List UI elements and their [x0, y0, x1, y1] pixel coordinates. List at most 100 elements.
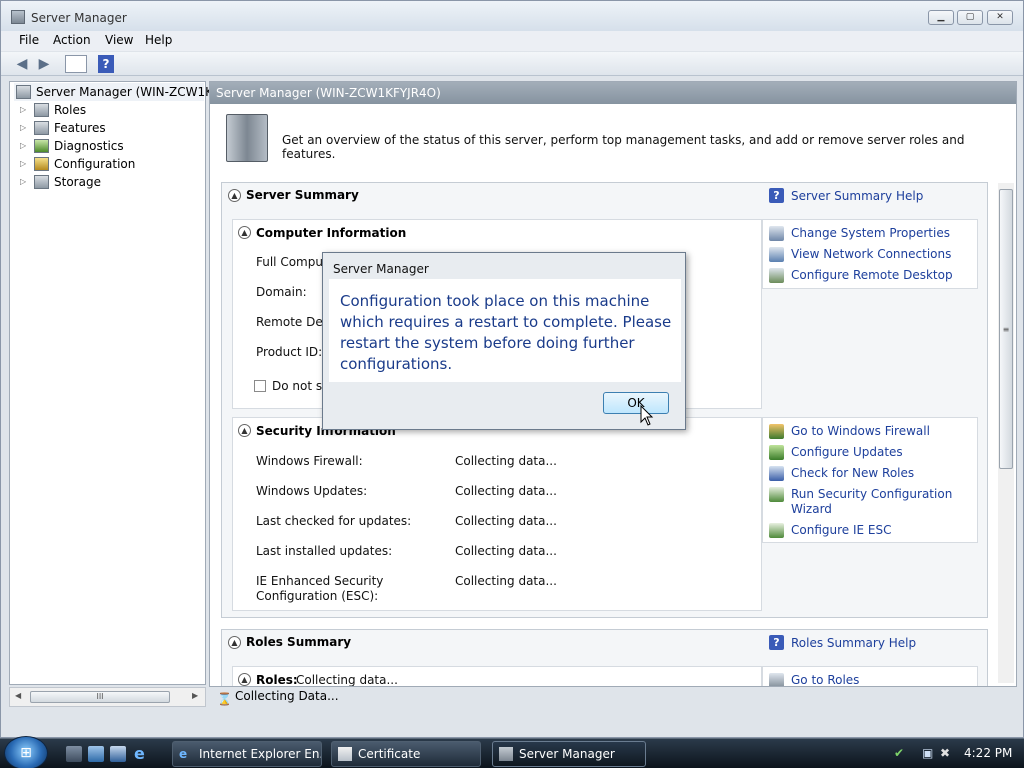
help-icon: ? — [769, 635, 784, 650]
last-installed-label: Last installed updates: — [256, 544, 393, 558]
network-tray-icon[interactable]: ▣ — [922, 746, 933, 760]
menu-action[interactable]: Action — [53, 33, 91, 47]
updates-icon — [769, 445, 784, 460]
close-button[interactable]: ✕ — [987, 10, 1013, 25]
expand-arrow-icon[interactable]: ▷ — [20, 119, 26, 137]
roles-value: Collecting data... — [296, 673, 398, 687]
console-tree-toggle-icon[interactable] — [65, 55, 87, 73]
expand-arrow-icon[interactable]: ▷ — [20, 155, 26, 173]
dialog-body: Configuration took place on this machine… — [329, 279, 681, 382]
taskbar-label: Certificate — [358, 747, 421, 761]
tree-item-label: Diagnostics — [54, 139, 124, 153]
tree-root[interactable]: Server Manager (WIN-ZCW1KFY — [14, 83, 227, 101]
server-summary-help-link[interactable]: Server Summary Help — [791, 189, 923, 203]
server-manager-icon — [11, 10, 25, 24]
roles-summary-title: Roles Summary — [246, 635, 352, 649]
help-icon: ? — [769, 188, 784, 203]
show-desktop-icon[interactable] — [66, 746, 82, 762]
configure-ie-esc-link[interactable]: Configure IE ESC — [791, 523, 892, 537]
change-system-properties-link[interactable]: Change System Properties — [791, 226, 950, 240]
scroll-thumb[interactable]: ≡ — [999, 189, 1013, 469]
tree-horizontal-scrollbar[interactable]: ◀ III ▶ — [9, 687, 206, 707]
menu-file[interactable]: File — [19, 33, 39, 47]
features-icon — [34, 121, 49, 135]
collapse-icon[interactable]: ▲ — [228, 636, 241, 649]
roles-icon — [34, 103, 49, 117]
scroll-right-icon[interactable]: ▶ — [192, 691, 198, 700]
firewall-icon — [769, 424, 784, 439]
console-tree: Server Manager (WIN-ZCW1KFY ▷ Roles ▷ Fe… — [9, 81, 227, 685]
tree-root-label: Server Manager (WIN-ZCW1KFY — [36, 85, 228, 99]
scroll-left-icon[interactable]: ◀ — [15, 691, 21, 700]
ie-esc-label: IE Enhanced Security Configuration (ESC)… — [256, 574, 384, 603]
run-security-wizard-link[interactable]: Run Security Configuration Wizard — [791, 487, 952, 517]
title-bar[interactable]: Server Manager ▁ ▢ ✕ — [1, 1, 1023, 33]
ie-esc-icon — [769, 523, 784, 538]
view-network-connections-link[interactable]: View Network Connections — [791, 247, 951, 261]
remote-desktop-icon — [769, 268, 784, 283]
diagnostics-icon — [34, 139, 49, 153]
window-title: Server Manager — [31, 11, 127, 25]
server-manager-quicklaunch-icon[interactable] — [88, 746, 104, 762]
menu-bar: File Action View Help — [1, 31, 1023, 51]
windows-updates-label: Windows Updates: — [256, 484, 368, 498]
expand-arrow-icon[interactable]: ▷ — [20, 101, 26, 119]
windows-firewall-label: Windows Firewall: — [256, 454, 363, 468]
roles-panel: ▲ Roles: Collecting data... — [232, 666, 762, 687]
security-tray-icon[interactable]: ✔ — [894, 746, 904, 760]
go-to-roles-link[interactable]: Go to Roles — [791, 673, 859, 686]
internet-explorer-icon[interactable]: e — [134, 746, 150, 762]
tree-item-diagnostics[interactable]: ▷ Diagnostics — [10, 137, 200, 155]
configure-remote-desktop-link[interactable]: Configure Remote Desktop — [791, 268, 953, 282]
switch-windows-icon[interactable] — [110, 746, 126, 762]
ok-button[interactable]: OK — [603, 392, 669, 414]
clock[interactable]: 4:22 PM — [964, 746, 1012, 760]
go-to-firewall-link[interactable]: Go to Windows Firewall — [791, 424, 930, 438]
menu-view[interactable]: View — [105, 33, 133, 47]
tree-item-label: Configuration — [54, 157, 136, 171]
network-connections-icon — [769, 247, 784, 262]
volume-muted-icon[interactable]: ✖ — [940, 746, 950, 760]
status-bar: ⌛ Collecting Data... — [209, 687, 1017, 707]
restart-required-dialog: Server Manager Configuration took place … — [322, 252, 686, 430]
expand-arrow-icon[interactable]: ▷ — [20, 137, 26, 155]
server-manager-icon — [499, 747, 513, 761]
help-button[interactable]: ? — [98, 55, 114, 73]
start-button[interactable]: ⊞ — [4, 736, 48, 768]
server-icon — [16, 85, 31, 99]
tree-item-roles[interactable]: ▷ Roles — [10, 101, 200, 119]
ie-esc-value: Collecting data... — [455, 574, 557, 588]
forward-arrow-icon[interactable]: ▶ — [35, 55, 53, 73]
back-arrow-icon[interactable]: ◀ — [13, 55, 31, 73]
taskbar-item-server-manager[interactable]: Server Manager — [492, 741, 646, 767]
tree-item-configuration[interactable]: ▷ Configuration — [10, 155, 200, 173]
tree-item-storage[interactable]: ▷ Storage — [10, 173, 200, 191]
minimize-button[interactable]: ▁ — [928, 10, 954, 25]
windows-firewall-value: Collecting data... — [455, 454, 557, 468]
taskbar-item-internet-explorer[interactable]: e Internet Explorer En... — [172, 741, 322, 767]
menu-help[interactable]: Help — [145, 33, 172, 47]
expand-arrow-icon[interactable]: ▷ — [20, 173, 26, 191]
configure-updates-link[interactable]: Configure Updates — [791, 445, 903, 459]
security-wizard-icon — [769, 487, 784, 502]
last-installed-value: Collecting data... — [455, 544, 557, 558]
collapse-icon[interactable]: ▲ — [238, 226, 251, 239]
certificate-icon — [338, 747, 352, 761]
collapse-icon[interactable]: ▲ — [238, 673, 251, 686]
do-not-show-checkbox[interactable] — [254, 380, 266, 392]
system-properties-icon — [769, 226, 784, 241]
check-new-roles-link[interactable]: Check for New Roles — [791, 466, 914, 480]
collapse-icon[interactable]: ▲ — [238, 424, 251, 437]
taskbar-item-certificate[interactable]: Certificate — [331, 741, 481, 767]
tree-item-features[interactable]: ▷ Features — [10, 119, 200, 137]
main-vertical-scrollbar[interactable]: ≡ — [998, 183, 1014, 683]
security-info-panel: ▲ Security Information Windows Firewall:… — [232, 417, 762, 611]
scroll-thumb[interactable]: III — [30, 691, 170, 703]
roles-summary-help-link[interactable]: Roles Summary Help — [791, 636, 916, 650]
restore-button[interactable]: ▢ — [957, 10, 983, 25]
system-tray: ✔ ▣ ✖ 4:22 PM — [884, 739, 1024, 768]
windows-updates-value: Collecting data... — [455, 484, 557, 498]
collapse-icon[interactable]: ▲ — [228, 189, 241, 202]
tree-item-label: Roles — [54, 103, 87, 117]
last-checked-value: Collecting data... — [455, 514, 557, 528]
